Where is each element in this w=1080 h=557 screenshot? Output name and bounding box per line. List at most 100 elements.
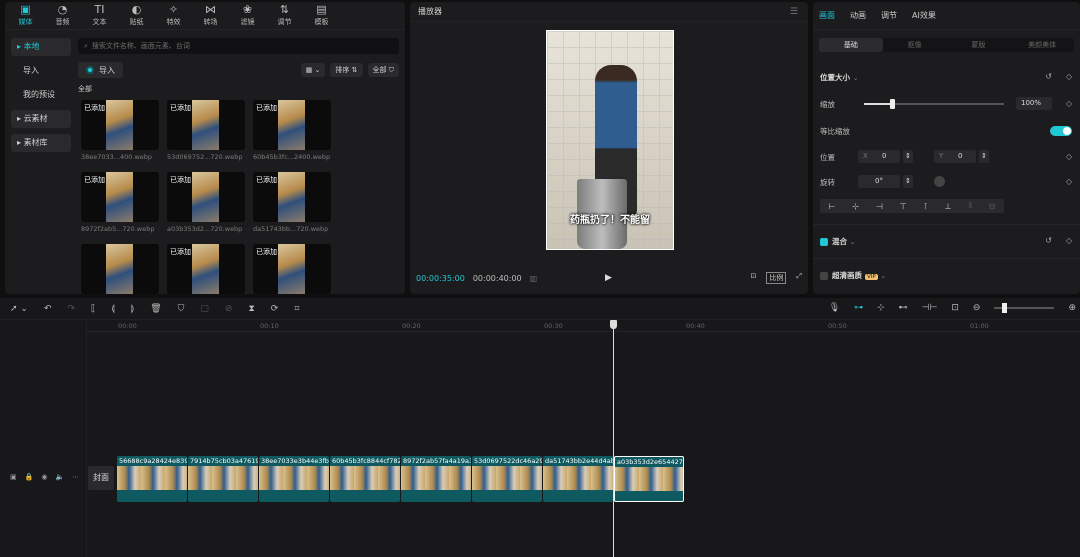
media-item[interactable]: 已添加 53d069752...720.webp bbox=[167, 100, 245, 161]
rotate-stepper[interactable]: ⇕ bbox=[903, 175, 913, 188]
media-item[interactable]: 已添加 bbox=[253, 244, 331, 294]
hd-checkbox[interactable] bbox=[820, 272, 828, 280]
freeze-icon[interactable]: ▢ bbox=[200, 304, 209, 314]
y-stepper[interactable]: ⇕ bbox=[979, 150, 989, 163]
reset-icon[interactable]: ↺ bbox=[1045, 72, 1052, 81]
split-icon[interactable]: ⟦ bbox=[91, 304, 95, 314]
redo-icon[interactable]: ↷ bbox=[68, 304, 76, 314]
blend-checkbox[interactable] bbox=[820, 238, 828, 246]
auto-snap-icon[interactable]: ⊹ bbox=[877, 303, 885, 313]
fullscreen-icon[interactable]: ⤢ bbox=[796, 272, 802, 284]
reset-icon[interactable]: ↺ bbox=[1045, 236, 1052, 245]
keyframe-icon[interactable]: ◇ bbox=[1066, 99, 1072, 108]
scale-slider[interactable] bbox=[864, 99, 1004, 109]
subtab-3[interactable]: 美颜美体 bbox=[1010, 38, 1074, 52]
zoom-slider[interactable] bbox=[994, 303, 1055, 313]
media-thumbnail[interactable]: 已添加 bbox=[81, 172, 159, 222]
timeline-clip[interactable]: a03b353d2e654427b bbox=[614, 456, 684, 502]
timeline-ruler[interactable]: 00:00 00:10 00:20 00:30 00:40 00:50 01:00 bbox=[86, 320, 1080, 332]
tab-0[interactable]: 画面 bbox=[819, 10, 835, 21]
marker-icon[interactable]: ⛉ bbox=[178, 304, 185, 314]
align-vcenter-icon[interactable]: ⊺ bbox=[924, 202, 928, 211]
zoom-slider-knob[interactable] bbox=[1002, 303, 1008, 313]
tab-2[interactable]: 调节 bbox=[881, 10, 897, 21]
position-x-field[interactable]: X0 bbox=[858, 150, 900, 163]
sidebar-item[interactable]: ▸ 云素材 bbox=[11, 110, 71, 128]
cover-button[interactable]: 封面 bbox=[88, 466, 114, 490]
media-thumbnail[interactable]: 已添加 bbox=[253, 244, 331, 294]
keyframe-icon[interactable]: ◇ bbox=[1066, 72, 1072, 81]
timeline-clip[interactable]: da51743bb2e44d4ab bbox=[543, 456, 613, 502]
filter-button[interactable]: 全部 ⛉ bbox=[367, 63, 399, 77]
tool-template[interactable]: ▤ 模板 bbox=[303, 2, 340, 29]
split-left-icon[interactable]: ⟬ bbox=[112, 304, 115, 314]
zoom-in-icon[interactable]: ⊕ bbox=[1068, 303, 1076, 313]
scale-slider-knob[interactable] bbox=[890, 99, 896, 109]
tool-media[interactable]: ▣ 媒体 bbox=[7, 2, 44, 29]
crop-icon[interactable]: ⊡ bbox=[751, 272, 757, 284]
rotate-icon[interactable]: ⟳ bbox=[271, 304, 279, 314]
sidebar-item[interactable]: ▸ 素材库 bbox=[11, 134, 71, 152]
timeline-clip[interactable]: 8972f2ab57fa4a19a3 bbox=[401, 456, 471, 502]
import-button[interactable]: 导入 bbox=[78, 62, 123, 78]
media-item[interactable]: 已添加 bbox=[167, 244, 245, 294]
tool-text[interactable]: TI 文本 bbox=[81, 2, 118, 29]
microphone-icon[interactable]: 🎙 bbox=[829, 303, 840, 313]
undo-icon[interactable]: ↶ bbox=[44, 304, 52, 314]
media-item[interactable]: 已添加 8972f2ab5...720.webp bbox=[81, 172, 159, 233]
view-toggle-button[interactable]: ▦ ⌄ bbox=[300, 63, 326, 77]
menu-icon[interactable]: ☰ bbox=[790, 7, 798, 17]
delete-icon[interactable]: 🗑 bbox=[150, 304, 161, 314]
timeline-clip[interactable]: 7914b75cb03a47619( bbox=[188, 456, 258, 502]
mirror-icon[interactable]: ⧗ bbox=[248, 304, 254, 314]
rotate-field[interactable]: 0° bbox=[858, 175, 900, 188]
play-icon[interactable]: ▶ bbox=[605, 273, 612, 283]
sort-button[interactable]: 排序 ⇅ bbox=[330, 63, 363, 77]
media-thumbnail[interactable]: 已添加 bbox=[167, 172, 245, 222]
align-top-icon[interactable]: ⊤ bbox=[900, 202, 907, 211]
keyframe-icon[interactable]: ◇ bbox=[1066, 177, 1072, 186]
timeline-clip[interactable]: 38ee7033e3b44e3fb1 bbox=[259, 456, 329, 502]
media-item[interactable]: 已添加 a03b353d2...720.webp bbox=[167, 172, 245, 233]
media-thumbnail[interactable]: 已添加 bbox=[81, 100, 159, 150]
tool-adjust[interactable]: ⇅ 调节 bbox=[266, 2, 303, 29]
tab-1[interactable]: 动画 bbox=[850, 10, 866, 21]
subtab-2[interactable]: 蒙版 bbox=[947, 38, 1011, 52]
timeline-clip[interactable]: 56688c9a28424e8398 bbox=[117, 456, 187, 502]
subtab-0[interactable]: 基础 bbox=[819, 38, 883, 52]
linkage-icon[interactable]: ⊷ bbox=[899, 303, 908, 313]
timeline-clip[interactable]: 53d0697522dc46a29 bbox=[472, 456, 542, 502]
position-y-field[interactable]: Y0 bbox=[934, 150, 976, 163]
visibility-icon[interactable]: ◉ bbox=[41, 473, 47, 481]
align-hcenter-icon[interactable]: ⊹ bbox=[852, 202, 859, 211]
ratio-button[interactable]: 比例 bbox=[766, 272, 787, 284]
distribute-v-icon[interactable]: ⊟ bbox=[989, 202, 996, 211]
preview-axis-icon[interactable]: ⊣⊢ bbox=[922, 303, 938, 313]
crop-tool-icon[interactable]: ⌗ bbox=[294, 304, 299, 314]
tool-transition[interactable]: ⋈ 转场 bbox=[192, 2, 229, 29]
media-thumbnail[interactable]: 已添加 bbox=[167, 100, 245, 150]
split-right-icon[interactable]: ⟭ bbox=[131, 304, 134, 314]
tool-filter[interactable]: ❀ 滤镜 bbox=[229, 2, 266, 29]
timeline-clip[interactable]: 60b45b3fc8844cf782 bbox=[330, 456, 400, 502]
waveform-icon[interactable]: ▥ bbox=[530, 274, 538, 283]
more-icon[interactable]: ⋯ bbox=[72, 473, 79, 481]
video-preview[interactable]: 药瓶扔了！不能留 bbox=[546, 30, 674, 250]
audio-mute-icon[interactable]: 🔈 bbox=[55, 473, 64, 481]
sidebar-item[interactable]: 我的预设 bbox=[11, 86, 71, 104]
reverse-icon[interactable]: ⊘ bbox=[225, 304, 233, 314]
playhead[interactable] bbox=[610, 320, 617, 557]
media-thumbnail[interactable] bbox=[81, 244, 159, 294]
media-thumbnail[interactable]: 已添加 bbox=[167, 244, 245, 294]
media-thumbnail[interactable]: 已添加 bbox=[253, 100, 331, 150]
align-left-icon[interactable]: ⊢ bbox=[828, 202, 835, 211]
scale-value[interactable]: 100% bbox=[1016, 97, 1052, 110]
tool-sticker[interactable]: ◐ 贴纸 bbox=[118, 2, 155, 29]
main-track-magnet-icon[interactable]: ⊶ bbox=[854, 303, 863, 313]
select-tool-icon[interactable]: ➚ ⌄ bbox=[10, 304, 28, 314]
media-item[interactable]: 已添加 60b45b3fc...2400.webp bbox=[253, 100, 331, 161]
align-right-icon[interactable]: ⊣ bbox=[876, 202, 883, 211]
zoom-out-icon[interactable]: ⊖ bbox=[973, 303, 981, 313]
tool-effects[interactable]: ✧ 特效 bbox=[155, 2, 192, 29]
rotate-dial-icon[interactable] bbox=[934, 176, 945, 187]
